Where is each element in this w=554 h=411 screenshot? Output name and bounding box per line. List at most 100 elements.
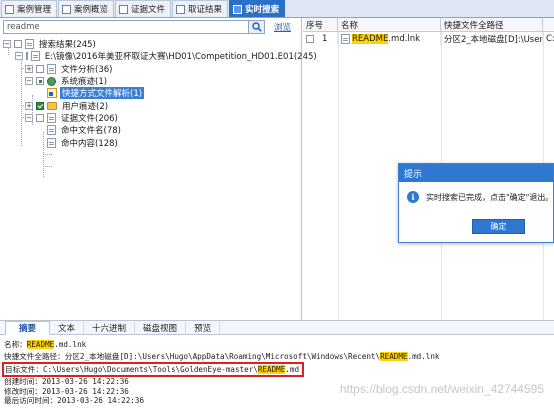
- disk-image-icon: [30, 51, 40, 62]
- evidence-icon: [119, 4, 129, 14]
- shortcut-file-icon: [47, 88, 57, 99]
- tree-node-label: 命中文件名(78): [61, 126, 121, 137]
- row-name-cell: README .md.lnk: [338, 32, 441, 45]
- evidence-file-icon: [47, 112, 56, 123]
- document-icon: [47, 125, 56, 136]
- overview-icon: [62, 4, 72, 14]
- lnk-file-icon: [341, 33, 350, 44]
- tree-checkbox[interactable]: [25, 52, 28, 61]
- watermark: https://blog.csdn.net/weixin_42744595: [339, 382, 544, 396]
- collapse-icon[interactable]: −: [25, 77, 33, 86]
- name-line: 名称： README .md.lnk: [4, 338, 554, 350]
- left-panel: 浏览 − 搜索结果(245) − E:\镜像\2016年美亚杯取证大赛\HD01…: [0, 18, 317, 320]
- tree-node-user-traces[interactable]: + 用户痕迹(2): [0, 99, 301, 112]
- target-file-annotation-box: 目标文件： C:\Users\Hugo\Documents\Tools\Golde…: [2, 362, 305, 377]
- row-index-cell: 1: [303, 32, 338, 45]
- tab-label: 取证结果: [188, 5, 223, 15]
- shortcut-path-label: 快捷文件全路径：: [4, 351, 65, 361]
- tree-node-search-results[interactable]: − 搜索结果(245): [0, 38, 301, 50]
- column-header-extra[interactable]: [543, 18, 554, 31]
- ok-button[interactable]: 确定: [472, 219, 525, 234]
- tree-node-shortcut-parsing[interactable]: 快捷方式文件解析(1): [0, 87, 301, 100]
- column-header-shortcut-path[interactable]: 快捷文件全路径: [441, 18, 543, 31]
- row-index: 1: [322, 33, 328, 44]
- table-header: 序号 名称 快捷文件全路径: [303, 18, 554, 32]
- dialog-message: 实时搜索已完成，点击"确定"退出。: [426, 192, 554, 202]
- tab-realtime-search[interactable]: 实时搜索: [229, 0, 286, 17]
- detail-tab-bar: 摘要 文本 十六进制 磁盘视图 预览: [0, 321, 554, 335]
- tab-hex[interactable]: 十六进制: [84, 321, 136, 335]
- tab-forensic-results[interactable]: 取证结果: [172, 0, 229, 17]
- tree-node-system-traces[interactable]: − 系统痕迹(1): [0, 75, 301, 87]
- table-row[interactable]: 1 README.md.lnk 分区2_本地磁盘[D]:\Users\... C…: [303, 32, 554, 45]
- user-folder-icon: [47, 101, 57, 110]
- tab-case-overview[interactable]: 案例概览: [58, 0, 115, 17]
- search-button[interactable]: [249, 20, 265, 34]
- tab-evidence-files[interactable]: 证据文件: [115, 0, 172, 17]
- name-suffix: .md.lnk: [388, 33, 421, 44]
- tree-node-filename-hits[interactable]: 命中文件名(78): [0, 124, 301, 136]
- tree-node-label: 证据文件(206): [61, 113, 118, 124]
- expand-icon[interactable]: +: [25, 101, 33, 110]
- search-row: 浏览: [0, 18, 301, 36]
- system-icon: [47, 76, 56, 86]
- target-file-prefix: C:\Users\Hugo\Documents\Tools\GoldenEye-…: [42, 365, 258, 374]
- tab-summary[interactable]: 摘要: [5, 321, 51, 335]
- file-analysis-icon: [47, 63, 56, 74]
- results-icon: [25, 39, 34, 50]
- result-tree: − 搜索结果(245) − E:\镜像\2016年美亚杯取证大赛\HD01\Co…: [0, 36, 317, 177]
- tab-preview[interactable]: 预览: [186, 321, 221, 335]
- shortcut-path-highlight: README: [380, 351, 408, 361]
- tree-node-label: 快捷方式文件解析(1): [60, 87, 145, 100]
- browse-link[interactable]: 浏览: [274, 21, 291, 33]
- tree-node-file-analysis[interactable]: + 文件分析(36): [0, 63, 301, 75]
- tree-node-content-hits[interactable]: 命中内容(128): [0, 136, 301, 149]
- column-header-index[interactable]: 序号: [303, 18, 338, 31]
- tree-node-label: 用户痕迹(2): [62, 101, 109, 112]
- case-icon: [5, 4, 14, 14]
- search-icon: [251, 22, 262, 32]
- tab-case-management[interactable]: 案例管理: [1, 0, 58, 17]
- row-checkbox[interactable]: [306, 34, 314, 43]
- collapse-icon[interactable]: −: [25, 113, 33, 122]
- name-highlight: README: [26, 339, 55, 349]
- shortcut-path-line: 快捷文件全路径： 分区2_本地磁盘[D]:\Users\Hugo\AppData\…: [4, 350, 554, 362]
- document-icon: [47, 137, 56, 148]
- collapse-icon[interactable]: −: [15, 52, 23, 61]
- tab-label: 案例概览: [74, 5, 109, 15]
- tree-checkbox[interactable]: [36, 64, 44, 73]
- target-file-line: 目标文件： C:\Users\Hugo\Documents\Tools\Golde…: [2, 362, 554, 377]
- expand-icon[interactable]: +: [25, 64, 33, 73]
- tree-node-label: 搜索结果(245): [39, 40, 96, 51]
- detail-panel: 摘要 文本 十六进制 磁盘视图 预览 名称： README .md.lnk 快捷文件…: [0, 320, 554, 411]
- main-tab-bar: 案例管理 案例概览 证据文件 取证结果 实时搜索: [0, 0, 554, 18]
- results-icon: [176, 4, 186, 14]
- target-file-label: 目标文件：: [5, 365, 43, 374]
- info-dialog: 提示 i 实时搜索已完成，点击"确定"退出。 确定: [398, 163, 554, 243]
- column-header-name[interactable]: 名称: [338, 18, 441, 31]
- shortcut-path-suffix: .md.lnk: [407, 351, 440, 361]
- search-input[interactable]: [3, 20, 249, 34]
- tree-node-evidence-files[interactable]: − 证据文件(206): [0, 112, 301, 124]
- collapse-icon[interactable]: −: [3, 40, 11, 49]
- tab-text[interactable]: 文本: [50, 321, 85, 335]
- tree-node-image[interactable]: − E:\镜像\2016年美亚杯取证大赛\HD01\Competition_HD…: [0, 50, 317, 62]
- target-file-highlight: README: [257, 365, 286, 374]
- name-suffix: .md.lnk: [54, 339, 87, 349]
- info-icon: i: [407, 191, 419, 203]
- tree-node-label: E:\镜像\2016年美亚杯取证大赛\HD01\Competition_HD01…: [44, 52, 317, 63]
- row-path-cell: 分区2_本地磁盘[D]:\Users\...: [441, 32, 543, 45]
- tree-checkbox[interactable]: [36, 101, 44, 110]
- tab-label: 证据文件: [131, 5, 166, 15]
- dialog-body: i 实时搜索已完成，点击"确定"退出。: [399, 182, 553, 203]
- tree-checkbox[interactable]: [14, 40, 22, 49]
- tab-label: 实时搜索: [245, 5, 280, 15]
- tree-checkbox[interactable]: [36, 77, 44, 86]
- shortcut-path-prefix: 分区2_本地磁盘[D]:\Users\Hugo\AppData\Roaming\…: [64, 351, 381, 361]
- name-label: 名称：: [4, 339, 27, 349]
- row-extra-cell: C:: [546, 33, 554, 44]
- path-prefix: 分区2_本地磁盘[D]:\Users\: [444, 34, 543, 45]
- tab-disk-view[interactable]: 磁盘视图: [135, 321, 187, 335]
- tree-node-label: 系统痕迹(1): [61, 77, 108, 88]
- tree-checkbox[interactable]: [36, 113, 44, 122]
